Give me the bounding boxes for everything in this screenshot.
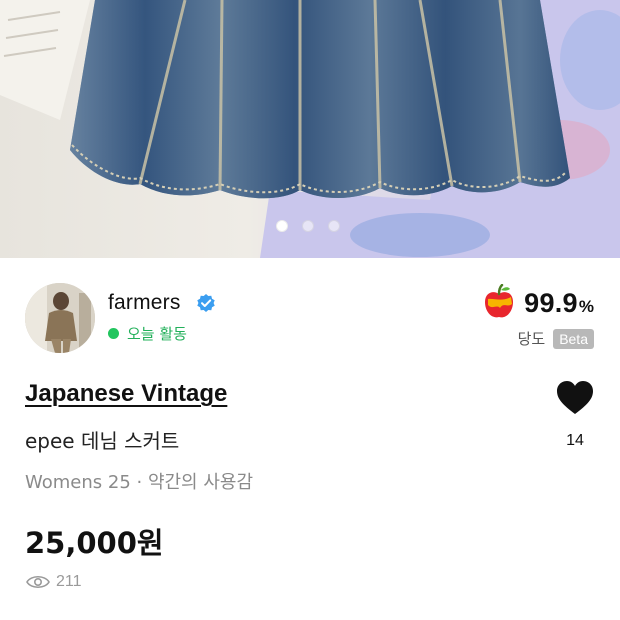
brand-link[interactable]: Japanese Vintage (25, 380, 227, 408)
online-status-dot (108, 328, 119, 339)
seller-name[interactable]: farmers (108, 291, 181, 315)
score-label-row: 당도 Beta (518, 328, 594, 349)
seller-avatar[interactable] (25, 283, 95, 353)
product-price: 25,000원 (25, 526, 164, 560)
carousel-indicator (276, 220, 340, 232)
score-label: 당도 (517, 330, 546, 348)
product-photo[interactable] (0, 0, 620, 258)
like-count: 14 (566, 432, 584, 449)
carousel-dot[interactable] (276, 220, 288, 232)
score-unit: % (578, 296, 594, 316)
activity-text: 오늘 활동 (127, 325, 187, 343)
product-details: Womens 25 · 약간의 사용감 (25, 472, 254, 493)
view-count: 211 (26, 573, 82, 591)
beta-badge: Beta (553, 328, 594, 349)
product-title: epee 데님 스커트 (25, 429, 180, 453)
seller-activity: 오늘 활동 (108, 323, 187, 344)
views-count: 211 (56, 573, 82, 590)
verified-check-icon (197, 294, 215, 312)
sweetness-score[interactable]: 99.9% (480, 284, 594, 322)
score-value: 99.9 (524, 287, 578, 318)
carousel-dot[interactable] (328, 220, 340, 232)
apple-icon (485, 284, 514, 318)
carousel-dot[interactable] (302, 220, 314, 232)
eye-icon (26, 575, 50, 589)
heart-icon[interactable] (555, 378, 595, 418)
